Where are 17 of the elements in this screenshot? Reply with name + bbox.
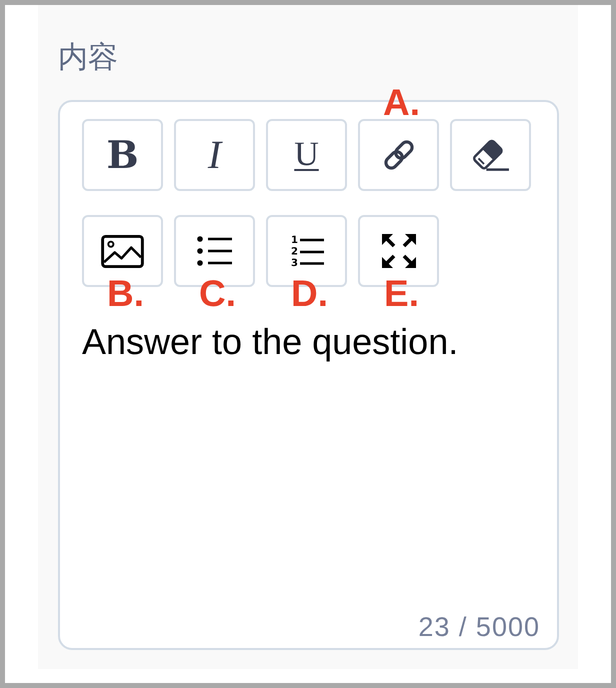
image-icon (101, 234, 144, 268)
bullet-list-icon (197, 236, 232, 266)
italic-button[interactable]: I (174, 119, 255, 191)
link-button[interactable] (358, 119, 439, 191)
fullscreen-icon (382, 234, 416, 268)
annotation-label: E. (384, 275, 419, 312)
bold-button[interactable]: B (82, 119, 163, 191)
character-counter: 23 / 5000 (418, 610, 540, 643)
annotation-label: A. (383, 84, 420, 121)
underline-button[interactable]: U (266, 119, 347, 191)
link-icon (382, 138, 416, 172)
eraser-icon (472, 139, 510, 171)
annotation-label: B. (107, 275, 144, 312)
clear-format-button[interactable] (450, 119, 531, 191)
field-label: 内容 (58, 40, 118, 76)
editor-content-field[interactable]: Answer to the question. (82, 320, 540, 611)
annotation-label: C. (199, 275, 236, 312)
